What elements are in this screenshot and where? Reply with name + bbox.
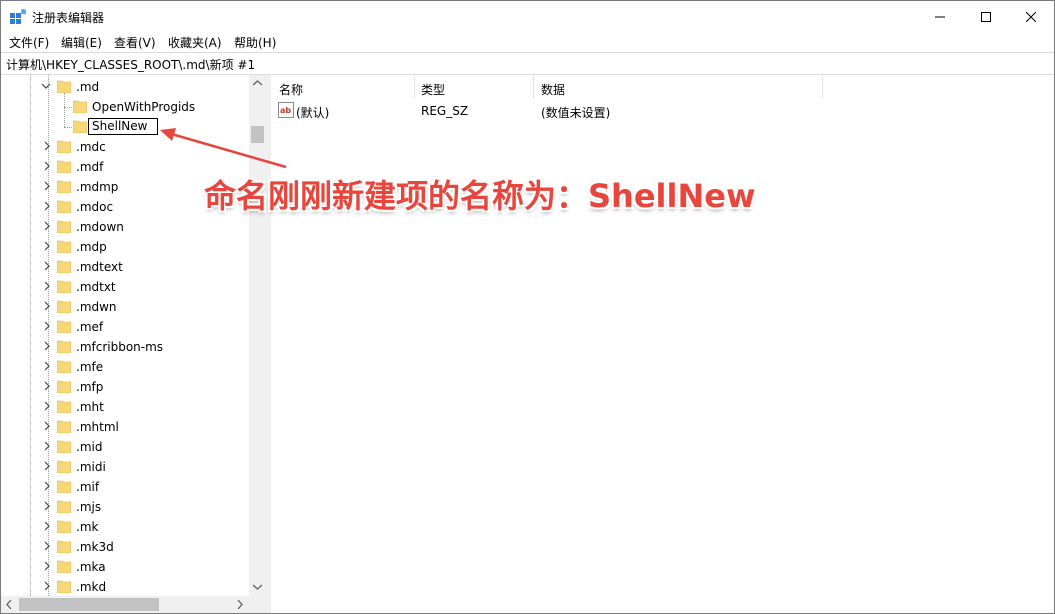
- annotation-arrow: [160, 128, 287, 169]
- annotation-text: 命名刚刚新建项的名称为：ShellNew: [204, 177, 756, 215]
